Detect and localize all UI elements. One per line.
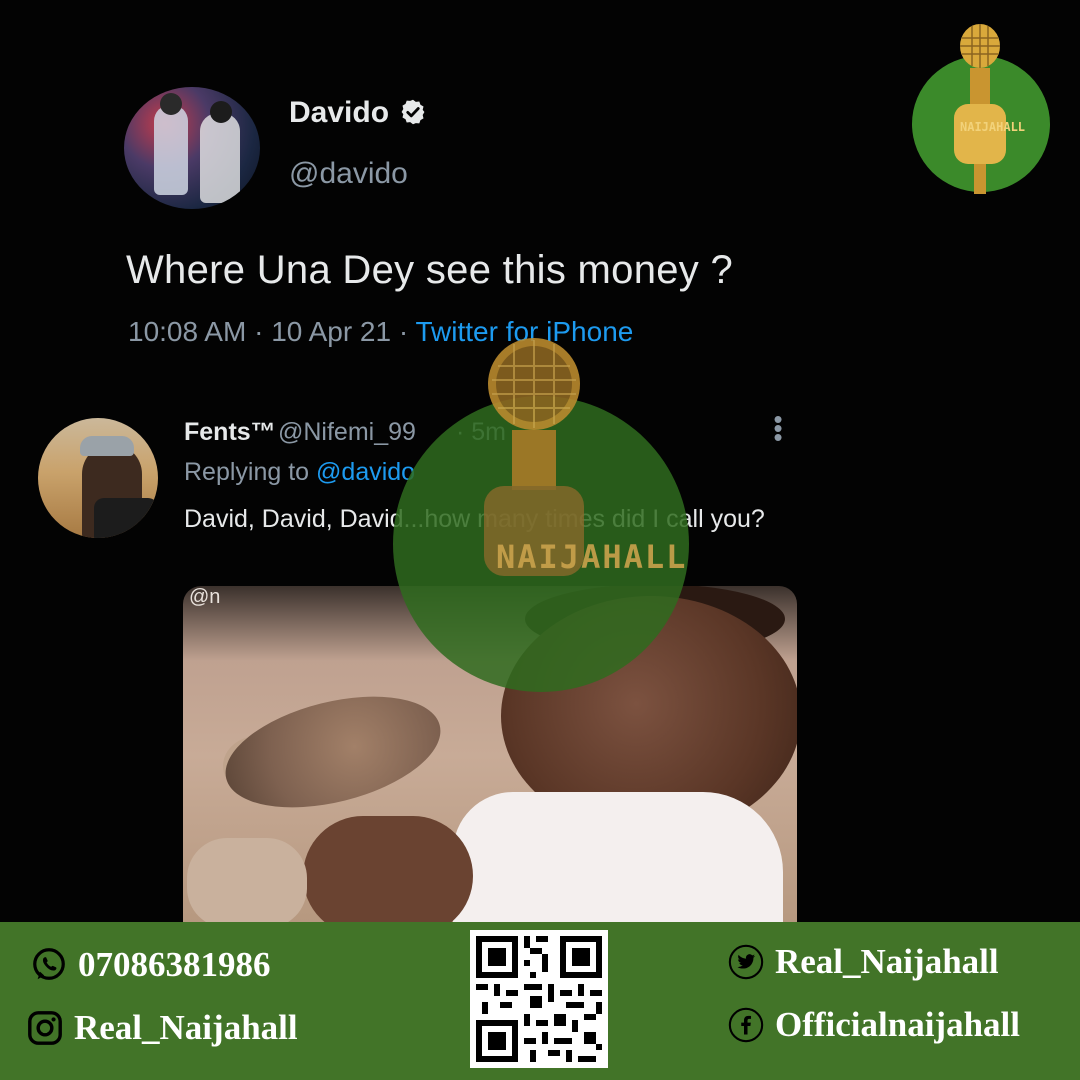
whatsapp-contact[interactable]: 07086381986 <box>30 945 271 985</box>
logo-text: NAIJAHALL <box>960 120 1026 134</box>
reply-author-handle[interactable]: @Nifemi_99 <box>278 418 416 447</box>
media-watermark: @n <box>189 586 221 608</box>
instagram-icon <box>28 1011 62 1045</box>
qr-code[interactable] <box>470 930 608 1068</box>
tweet-screenshot: Davido @davido Where Una Dey see this mo… <box>0 0 1080 922</box>
twitter-icon <box>728 944 764 980</box>
twitter-handle: Real_Naijahall <box>775 942 999 981</box>
phone-number: 07086381986 <box>78 945 271 984</box>
twitter-contact[interactable]: Real_Naijahall <box>727 942 999 982</box>
reply-avatar[interactable] <box>38 418 158 538</box>
verified-badge-icon <box>401 99 425 125</box>
author-handle[interactable]: @davido <box>289 157 408 191</box>
more-vertical-icon[interactable]: • • • <box>770 406 786 450</box>
instagram-handle: Real_Naijahall <box>74 1008 298 1047</box>
tweet-time: 10:08 AM <box>128 316 247 347</box>
tweet-date: 10 Apr 21 <box>271 316 392 347</box>
tweet-text: Where Una Dey see this money ? <box>126 248 734 292</box>
logo-microphone-icon <box>954 24 1006 194</box>
instagram-contact[interactable]: Real_Naijahall <box>26 1008 298 1048</box>
reply-author-name[interactable]: Fents™ <box>184 418 276 447</box>
author-name[interactable]: Davido <box>289 96 389 130</box>
whatsapp-icon <box>33 948 65 980</box>
contact-footer: 07086381986 Real_Naijahall Real_Naijahal… <box>0 922 1080 1080</box>
facebook-contact[interactable]: Officialnaijahall <box>727 1005 1020 1045</box>
facebook-handle: Officialnaijahall <box>775 1005 1020 1044</box>
watermark-text: NAIJAHALL <box>496 538 688 576</box>
author-avatar[interactable] <box>124 87 260 209</box>
facebook-icon <box>728 1007 764 1043</box>
replying-to-mention[interactable]: @davido <box>316 458 415 486</box>
replying-to: Replying to @davido <box>184 458 416 486</box>
